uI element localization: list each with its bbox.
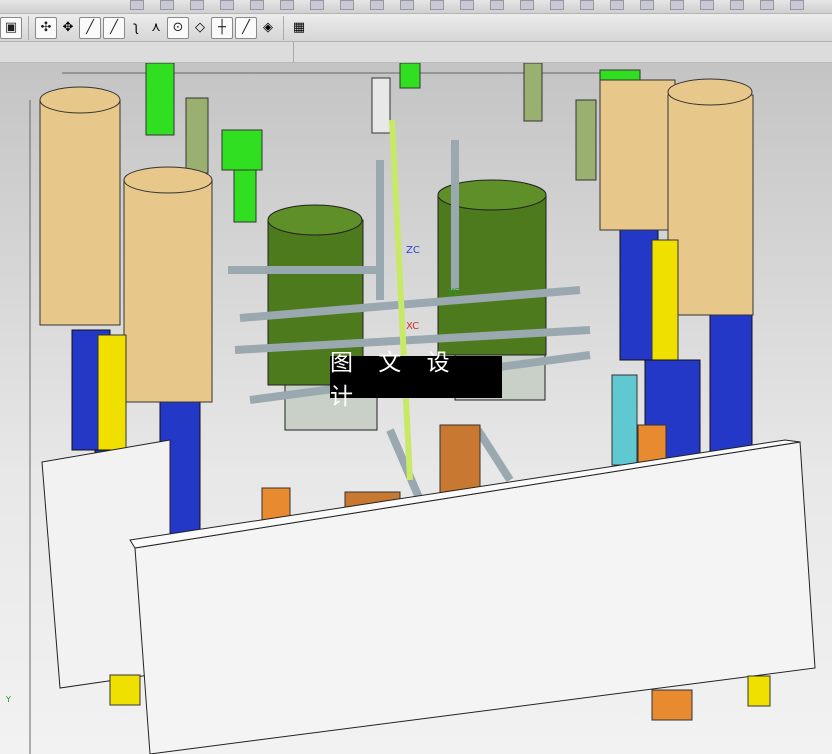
view-icon[interactable] (520, 0, 534, 10)
mid-point-icon[interactable]: ╱ (103, 16, 125, 39)
yellow-pin (97, 334, 127, 461)
intersection-icon[interactable]: ⋏ (147, 17, 165, 39)
triad-y-label: Y (6, 695, 11, 704)
check-icon[interactable] (490, 0, 504, 10)
xc-axis-label: XC (406, 321, 420, 332)
point-icon[interactable] (700, 0, 714, 10)
toolbar-separator (28, 15, 29, 40)
box-icon[interactable] (250, 0, 264, 10)
zc-axis-label: ZC (406, 245, 420, 256)
circle-icon[interactable] (160, 0, 174, 10)
cylinder-icon[interactable] (280, 0, 294, 10)
end-point-icon[interactable]: ╱ (79, 16, 101, 39)
top-toolbar (0, 0, 832, 14)
hook-icon[interactable] (340, 0, 354, 10)
sketch-icon[interactable] (130, 0, 144, 10)
snap-move-icon[interactable]: ✥ (59, 17, 77, 39)
watermark-caption: 图 文 设 计 (330, 350, 502, 410)
frame-icon[interactable] (760, 0, 774, 10)
arc-icon[interactable] (220, 0, 234, 10)
snap-toolbar: ▣ ✣ ✥ ╱ ╱ ʅ ⋏ ⊙ ◇ ┼ ╱ ◈ ▦ (0, 14, 832, 42)
lines-icon[interactable] (790, 0, 804, 10)
guide-tube (39, 99, 121, 326)
yellow-pin (651, 239, 679, 371)
line-icon[interactable] (670, 0, 684, 10)
sphere-icon[interactable] (310, 0, 324, 10)
existing-point-icon[interactable]: ┼ (211, 16, 233, 39)
measure-icon[interactable] (730, 0, 744, 10)
book-icon[interactable] (640, 0, 654, 10)
toolbar-separator (283, 15, 284, 40)
quadrant-icon[interactable]: ◇ (191, 17, 209, 39)
green-screw (145, 63, 175, 136)
yc-axis-label: YC (448, 287, 461, 298)
on-curve-icon[interactable]: ╱ (235, 16, 257, 39)
center-icon[interactable]: ⊙ (167, 16, 189, 39)
status-bar (0, 42, 832, 63)
layer-icon[interactable] (550, 0, 564, 10)
guide-tube (599, 79, 676, 231)
control-point-icon[interactable]: ʅ (127, 17, 145, 39)
guide-tube (667, 94, 754, 316)
snap-points-icon[interactable]: ✣ (35, 16, 57, 39)
pin-icon[interactable] (370, 0, 384, 10)
color-icon[interactable] (610, 0, 624, 10)
dropdown-icon[interactable] (430, 0, 444, 10)
divider (293, 42, 294, 63)
grid-icon[interactable]: ▦ (290, 17, 308, 39)
green-screw (221, 129, 263, 171)
guide-tube (123, 179, 213, 403)
window-icon[interactable] (580, 0, 594, 10)
rectangle-icon[interactable] (190, 0, 204, 10)
cube-icon[interactable]: ▣ (0, 16, 22, 39)
on-face-icon[interactable]: ◈ (259, 17, 277, 39)
feature-icon[interactable] (460, 0, 474, 10)
bulb-icon[interactable] (400, 0, 414, 10)
